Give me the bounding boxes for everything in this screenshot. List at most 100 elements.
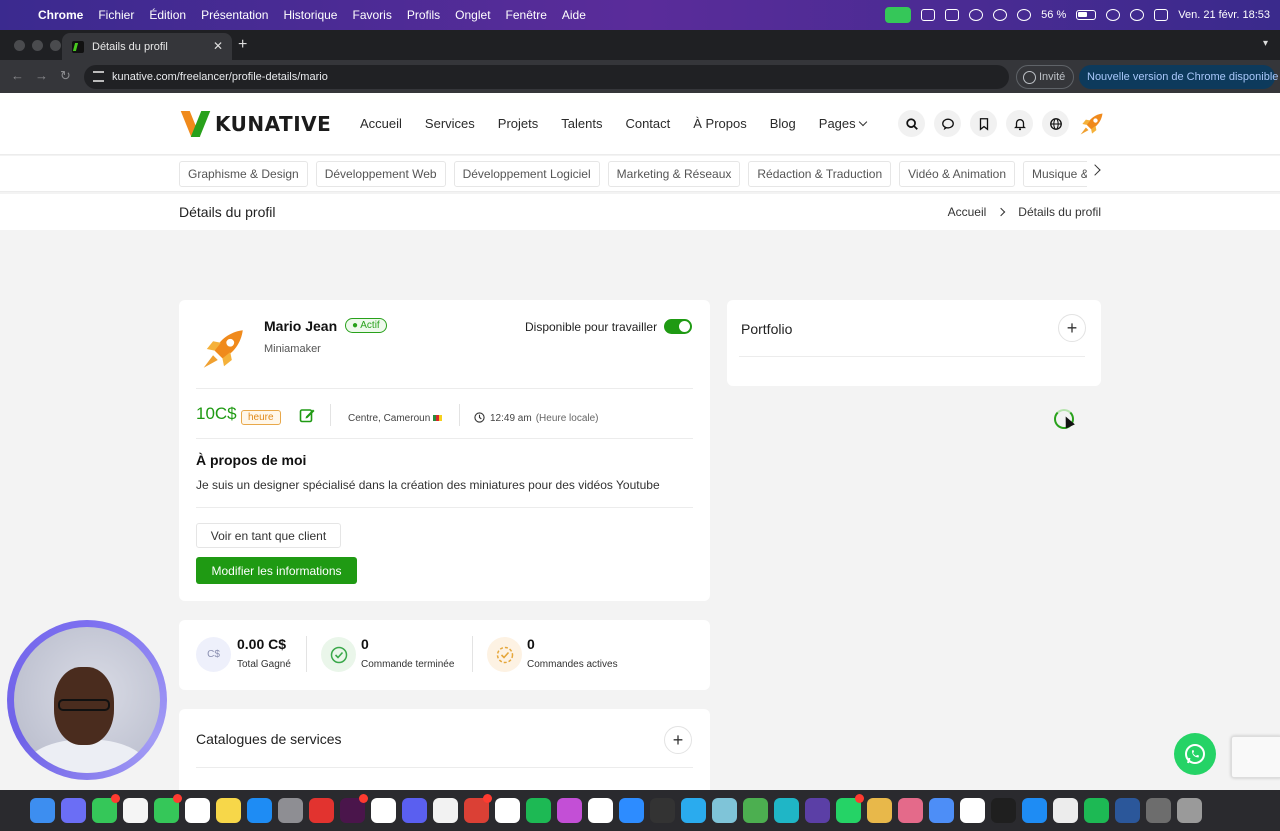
- photos-icon[interactable]: [123, 798, 148, 823]
- nav-pages[interactable]: Pages: [819, 116, 867, 131]
- app-store-alt-icon[interactable]: [1022, 798, 1047, 823]
- maximize-window-button[interactable]: [50, 40, 61, 51]
- control-center-icon[interactable]: [1154, 9, 1169, 21]
- chatgpt-icon[interactable]: [960, 798, 985, 823]
- menu-favoris[interactable]: Favoris: [352, 8, 391, 22]
- facetime-icon[interactable]: [885, 7, 912, 23]
- category-developpement-logiciel[interactable]: Développement Logiciel: [453, 161, 600, 187]
- spotify-icon[interactable]: [526, 798, 551, 823]
- trash-icon[interactable]: [1177, 798, 1202, 823]
- notion-icon[interactable]: [371, 798, 396, 823]
- edit-information-button[interactable]: Modifier les informations: [196, 557, 357, 584]
- archive-app-icon[interactable]: [867, 798, 892, 823]
- menu-fichier[interactable]: Fichier: [98, 8, 134, 22]
- calendar-icon[interactable]: [185, 798, 210, 823]
- textedit-icon[interactable]: [1053, 798, 1078, 823]
- add-catalog-button[interactable]: +: [664, 726, 692, 754]
- nav-talents[interactable]: Talents: [561, 116, 602, 131]
- nav-contact[interactable]: Contact: [625, 116, 670, 131]
- todoist-icon[interactable]: [464, 794, 492, 823]
- site-logo[interactable]: KUNATIVE: [180, 111, 331, 137]
- notes-icon[interactable]: [216, 798, 241, 823]
- browser-tab-active[interactable]: Détails du profil ✕: [62, 33, 232, 60]
- messages-icon[interactable]: [92, 794, 120, 823]
- search-icon[interactable]: [898, 110, 925, 137]
- puzzle-app-icon[interactable]: [557, 798, 582, 823]
- reload-icon[interactable]: ↻: [60, 68, 71, 84]
- category-redaction-traduction[interactable]: Rédaction & Traduction: [748, 161, 892, 187]
- view-as-client-button[interactable]: Voir en tant que client: [196, 523, 341, 548]
- chevron-right-icon[interactable]: [1089, 164, 1101, 176]
- launchpad-icon[interactable]: [61, 798, 86, 823]
- wifi-icon[interactable]: [1106, 9, 1121, 21]
- breadcrumb-home-link[interactable]: Accueil: [948, 205, 987, 219]
- close-tab-icon[interactable]: ✕: [213, 39, 223, 53]
- skype-icon[interactable]: [921, 9, 936, 21]
- menu-app-name[interactable]: Chrome: [38, 8, 83, 22]
- bookmark-icon[interactable]: [970, 110, 997, 137]
- system-settings-icon[interactable]: [278, 798, 303, 823]
- menu-historique[interactable]: Historique: [283, 8, 337, 22]
- menu-presentation[interactable]: Présentation: [201, 8, 268, 22]
- chrome-update-button[interactable]: Nouvelle version de Chrome disponible: [1079, 65, 1278, 89]
- category-musique-audio[interactable]: Musique & Aud: [1023, 161, 1087, 187]
- compass-app-icon[interactable]: [743, 798, 768, 823]
- menu-clock[interactable]: Ven. 21 févr. 18:53: [1178, 9, 1270, 21]
- nav-a-propos[interactable]: À Propos: [693, 116, 746, 131]
- spotlight-icon[interactable]: [1130, 9, 1145, 21]
- availability-toggle[interactable]: [664, 319, 692, 334]
- minimize-window-button[interactable]: [32, 40, 43, 51]
- globe-icon[interactable]: [1042, 110, 1069, 137]
- menu-profils[interactable]: Profils: [407, 8, 440, 22]
- character-app-icon[interactable]: [712, 798, 737, 823]
- spotify-alt-icon[interactable]: [1084, 798, 1109, 823]
- whatsapp-dock-icon[interactable]: [836, 794, 864, 823]
- bell-icon[interactable]: [1006, 110, 1033, 137]
- pie-app-icon[interactable]: [433, 798, 458, 823]
- facetime-icon[interactable]: [154, 794, 182, 823]
- guest-profile-button[interactable]: Invité: [1016, 65, 1074, 89]
- menu-onglet[interactable]: Onglet: [455, 8, 490, 22]
- category-graphisme-design[interactable]: Graphisme & Design: [179, 161, 308, 187]
- back-arrow-icon[interactable]: ←: [11, 68, 24, 83]
- finder-icon[interactable]: [30, 798, 55, 823]
- close-window-button[interactable]: [14, 40, 25, 51]
- address-bar[interactable]: kunative.com/freelancer/profile-details/…: [84, 65, 1009, 89]
- nav-accueil[interactable]: Accueil: [360, 116, 402, 131]
- new-tab-button[interactable]: +: [238, 36, 247, 54]
- nav-blog[interactable]: Blog: [770, 116, 796, 131]
- battery-icon[interactable]: [1076, 10, 1097, 20]
- zoom-icon[interactable]: [619, 798, 644, 823]
- obs-icon[interactable]: [650, 798, 675, 823]
- perplexity-icon[interactable]: [991, 798, 1016, 823]
- instapaper-icon[interactable]: [588, 798, 613, 823]
- menu-aide[interactable]: Aide: [562, 8, 586, 22]
- edit-icon[interactable]: [299, 407, 315, 423]
- word-icon[interactable]: [1115, 798, 1140, 823]
- preview-icon[interactable]: [1146, 798, 1171, 823]
- nav-projets[interactable]: Projets: [498, 116, 538, 131]
- obsidian-icon[interactable]: [805, 798, 830, 823]
- nav-services[interactable]: Services: [425, 116, 475, 131]
- slack-icon[interactable]: [340, 794, 368, 823]
- add-portfolio-button[interactable]: +: [1058, 314, 1086, 342]
- menu-edition[interactable]: Édition: [149, 8, 186, 22]
- category-developpement-web[interactable]: Développement Web: [315, 161, 446, 187]
- chrome-icon[interactable]: [495, 798, 520, 823]
- play-icon[interactable]: [1017, 9, 1032, 21]
- asterisk-app-icon[interactable]: [402, 798, 427, 823]
- canva-icon[interactable]: [774, 798, 799, 823]
- menu-fenetre[interactable]: Fenêtre: [506, 8, 547, 22]
- user-avatar-rocket-icon[interactable]: [1078, 110, 1106, 138]
- cloud-icon[interactable]: [993, 9, 1008, 21]
- whatsapp-chat-button[interactable]: [1174, 733, 1216, 775]
- files-app-icon[interactable]: [898, 798, 923, 823]
- category-video-animation[interactable]: Vidéo & Animation: [899, 161, 1015, 187]
- notion-icon[interactable]: [945, 9, 960, 21]
- site-info-icon[interactable]: [93, 71, 104, 82]
- tab-search-chevron-icon[interactable]: ▾: [1263, 38, 1268, 49]
- recaptcha-badge[interactable]: [1231, 736, 1280, 778]
- category-marketing-reseaux[interactable]: Marketing & Réseaux: [607, 161, 741, 187]
- telegram-icon[interactable]: [681, 798, 706, 823]
- keynote-icon[interactable]: [929, 798, 954, 823]
